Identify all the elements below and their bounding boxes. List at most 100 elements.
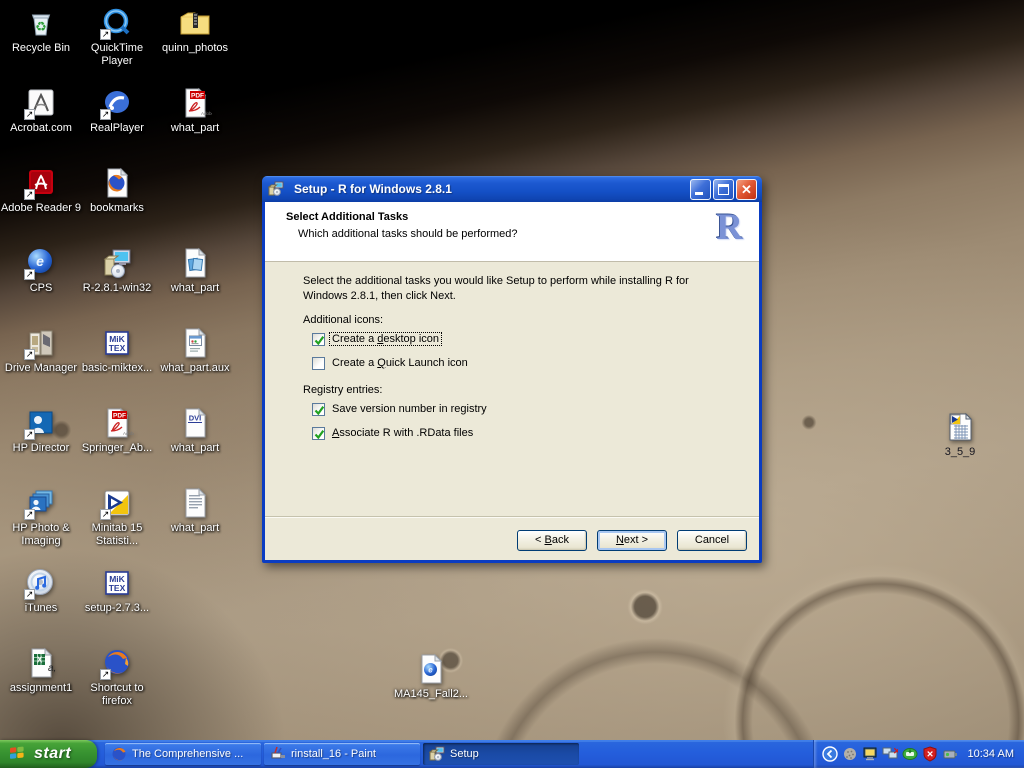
desktop-icon-label[interactable]: what_part [154,442,236,455]
acrobat-com-icon[interactable]: ↗ [24,86,58,120]
desktop-icon[interactable]: what_part [154,246,236,295]
checkbox-label[interactable]: Create a Quick Launch icon [330,357,470,369]
hp-director-icon[interactable]: ↗ [24,406,58,440]
desktop-icon[interactable]: ↗ Minitab 15 Statisti... [76,486,158,548]
recycle-bin-icon[interactable]: ♻ [24,6,58,40]
desktop-icon-label[interactable]: bookmarks [76,202,158,215]
desktop-icon-label[interactable]: Shortcut to firefox [76,682,158,708]
desktop-icon-label[interactable]: assignment1 [0,682,82,695]
desktop-icon[interactable]: what_part [154,486,236,535]
desktop-icon[interactable]: ↗ Drive Manager [0,326,82,375]
desktop-icon[interactable]: bookmarks [76,166,158,215]
removable-media-icon[interactable] [902,746,918,762]
aux-file-icon[interactable] [178,326,212,360]
miktex-icon[interactable]: MiK TEX [100,326,134,360]
desktop-icon[interactable]: ↗ Shortcut to firefox [76,646,158,708]
display-settings-icon[interactable] [862,746,878,762]
desktop-icon-label[interactable]: what_part [154,122,236,135]
desktop-icon[interactable]: PDF Adobe Springer_Ab... [76,406,158,455]
zipped-folder-icon[interactable] [178,6,212,40]
installer-icon[interactable] [100,246,134,280]
dvi-file-icon[interactable]: DVI [178,406,212,440]
desktop-icon-label[interactable]: Springer_Ab... [76,442,158,455]
desktop-icon[interactable]: ↗ QuickTime Player [76,6,158,68]
desktop-icon-label[interactable]: what_part.aux [154,362,236,375]
adobe-reader-icon[interactable]: ↗ [24,166,58,200]
pdf-file-icon[interactable]: PDF Adobe [178,86,212,120]
drive-manager-icon[interactable]: ↗ [24,326,58,360]
start-button[interactable]: start [0,740,97,768]
audio-device-icon[interactable] [842,746,858,762]
desktop-icon-label[interactable]: Minitab 15 Statisti... [76,522,158,548]
desktop-icon[interactable]: ↗ Acrobat.com [0,86,82,135]
desktop-icon-label[interactable]: MA145_Fall2... [390,688,472,701]
minitab-icon[interactable]: ↗ [100,486,134,520]
minimize-button[interactable] [690,178,711,200]
desktop-icon-label[interactable]: what_part [154,282,236,295]
checkbox-checked-icon[interactable] [312,332,325,346]
back-button[interactable]: < Back [517,530,587,551]
excel-doc-icon[interactable]: Xa, [24,646,58,680]
desktop-icon-label[interactable]: Recycle Bin [0,42,82,55]
miktex-icon[interactable]: MiK TEX [100,566,134,600]
close-button[interactable]: ✕ [736,178,757,200]
next-button[interactable]: Next > [597,530,667,551]
hp-photo-icon[interactable]: ↗ [24,486,58,520]
desktop-icon-label[interactable]: Acrobat.com [0,122,82,135]
checkbox-icon[interactable] [312,356,325,370]
checkbox-label[interactable]: Create a desktop icon [328,332,443,346]
desktop-icon-label[interactable]: Drive Manager [0,362,82,375]
checkbox-checked-icon[interactable] [312,402,325,416]
hide-icons-chevron[interactable] [821,746,838,762]
desktop-icon[interactable]: Xa, assignment1 [0,646,82,695]
realplayer-icon[interactable]: ↗ [100,86,134,120]
firefox-doc-icon[interactable] [100,166,134,200]
desktop-icon-label[interactable]: what_part [154,522,236,535]
text-file-icon[interactable] [178,486,212,520]
desktop-icon-label[interactable]: Adobe Reader 9 [0,202,82,215]
desktop-icon[interactable]: R-2.8.1-win32 [76,246,158,295]
pdf-file-icon[interactable]: PDF Adobe [100,406,134,440]
desktop-icon[interactable]: e MA145_Fall2... [390,652,472,701]
blue-doc-icon[interactable] [178,246,212,280]
desktop-icon[interactable]: 3_5_9 [919,410,1001,459]
desktop-icon[interactable]: DVI what_part [154,406,236,455]
quicktime-icon[interactable]: ↗ [100,6,134,40]
desktop-icon[interactable]: MiK TEX basic-miktex... [76,326,158,375]
desktop-icon-label[interactable]: CPS [0,282,82,295]
desktop-icon[interactable]: ↗ HP Photo & Imaging [0,486,82,548]
taskbar-task-button[interactable]: rinstall_16 - Paint [264,743,420,765]
desktop-icon-label[interactable]: R-2.8.1-win32 [76,282,158,295]
desktop-icon[interactable]: ↗ iTunes [0,566,82,615]
security-alert-icon[interactable]: ✕ [922,746,938,762]
desktop-icon[interactable]: quinn_photos [154,6,236,55]
desktop-icon[interactable]: MiK TEX setup-2.7.3... [76,566,158,615]
desktop-icon-label[interactable]: basic-miktex... [76,362,158,375]
desktop-icon-label[interactable]: RealPlayer [76,122,158,135]
network-disconnected-icon[interactable]: ✕ [882,746,898,762]
checkbox-checked-icon[interactable] [312,426,325,440]
desktop-icon[interactable]: ↗ RealPlayer [76,86,158,135]
firefox-icon[interactable]: ↗ [100,646,134,680]
desktop-icon-label[interactable]: iTunes [0,602,82,615]
itunes-icon[interactable]: ↗ [24,566,58,600]
desktop-icon[interactable]: ↗ Adobe Reader 9 [0,166,82,215]
desktop-icon[interactable]: e ↗ CPS [0,246,82,295]
desktop-icon[interactable]: ↗ HP Director [0,406,82,455]
desktop-icon[interactable]: what_part.aux [154,326,236,375]
taskbar-task-button[interactable]: Setup [423,743,579,765]
desktop-icon[interactable]: ♻ Recycle Bin [0,6,82,55]
usb-device-icon[interactable] [942,746,958,762]
checkbox-label[interactable]: Associate R with .RData files [330,427,475,439]
desktop-icon-label[interactable]: 3_5_9 [919,446,1001,459]
minitab-doc-icon[interactable] [943,410,977,444]
desktop-icon[interactable]: PDF Adobe what_part [154,86,236,135]
desktop-icon-label[interactable]: HP Photo & Imaging [0,522,82,548]
desktop-icon-label[interactable]: quinn_photos [154,42,236,55]
cps-sphere-icon[interactable]: e ↗ [24,246,58,280]
maximize-button[interactable] [713,178,734,200]
desktop-icon-label[interactable]: setup-2.7.3... [76,602,158,615]
cps-doc-icon[interactable]: e [414,652,448,686]
checkbox-label[interactable]: Save version number in registry [330,403,489,415]
cancel-button[interactable]: Cancel [677,530,747,551]
